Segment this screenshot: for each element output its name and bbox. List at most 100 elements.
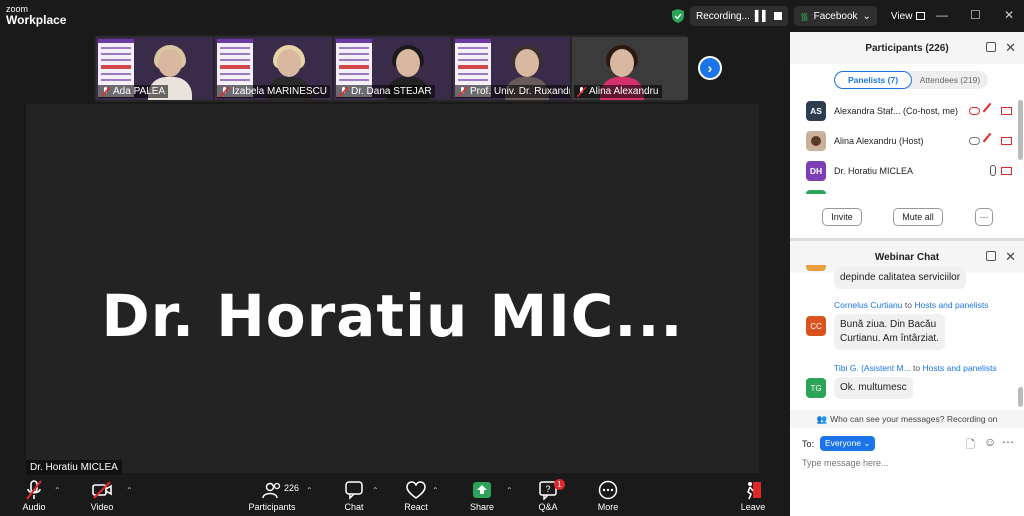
- svg-text:?: ?: [545, 484, 550, 494]
- avatar: DH: [806, 161, 826, 181]
- chat-label: Chat: [344, 502, 364, 512]
- qa-notification-badge: 1: [554, 479, 565, 490]
- participant-name: Alexandra Staf... (Co-host, me): [834, 106, 959, 116]
- recording-indicator[interactable]: Recording... ▌▌: [690, 6, 789, 26]
- more-button[interactable]: More: [580, 480, 636, 512]
- avatar: [806, 131, 826, 151]
- view-button[interactable]: View: [883, 11, 934, 22]
- chat-panel-title: Webinar Chat: [874, 251, 940, 263]
- chat-message-input[interactable]: [802, 458, 1002, 468]
- camera-off-icon[interactable]: [1001, 107, 1012, 115]
- camera-off-icon[interactable]: [1001, 137, 1012, 145]
- camera-off-icon: [92, 481, 112, 499]
- video-button[interactable]: Video: [74, 480, 130, 512]
- react-options-caret[interactable]: ⌃: [432, 486, 439, 495]
- participant-row[interactable]: DH Dr. Horatiu MICLEA: [806, 160, 1016, 182]
- more-icon: [598, 480, 618, 500]
- chevron-right-icon: ›: [707, 60, 713, 76]
- participants-panel-header: Participants (226) ✕: [790, 32, 1024, 64]
- to-word: to: [904, 300, 912, 310]
- more-label: More: [597, 502, 619, 512]
- thumbnail-name: Prof. Univ. Dr. Ruxandr...: [470, 86, 570, 97]
- chat-message-text: Bună ziua. Din Bacău Curtianu. Am întârz…: [834, 314, 945, 350]
- sender-name[interactable]: Cornelus Curtianu: [834, 300, 903, 310]
- participants-scrollbar[interactable]: [1018, 100, 1023, 160]
- notice-text: Who can see your messages? Recording on: [830, 414, 998, 424]
- mic-icon[interactable]: [990, 165, 996, 176]
- leave-label: Leave: [740, 502, 766, 512]
- close-icon[interactable]: ✕: [1005, 40, 1016, 56]
- shield-icon[interactable]: [672, 9, 684, 23]
- file-icon[interactable]: 🗋: [966, 436, 975, 455]
- video-thumbnail[interactable]: Izabela MARINESCU: [215, 37, 332, 100]
- meeting-toolbar: Audio ⌃ Video ⌃ Participants 226 ⌃ Chat …: [0, 476, 790, 516]
- video-thumbnail[interactable]: Prof. Univ. Dr. Ruxandr...: [453, 37, 570, 100]
- qa-button[interactable]: ? Q&A: [520, 480, 576, 512]
- chat-message-meta: Tibi G. (Asistent M... to Hosts and pane…: [834, 363, 997, 373]
- participant-name: Alina Alexandru (Host): [834, 136, 924, 146]
- avatar: [806, 190, 826, 194]
- invite-button[interactable]: Invite: [822, 208, 862, 226]
- react-label: React: [404, 502, 428, 512]
- popout-icon[interactable]: [986, 251, 996, 261]
- mic-off-icon[interactable]: [982, 102, 999, 119]
- recipient-name: Hosts and panelists: [914, 300, 989, 310]
- participant-row[interactable]: Alina Alexandru (Host): [806, 130, 1016, 152]
- zoom-window: zoom Workplace Recording... ▌▌ ᯾ Faceboo…: [0, 0, 1024, 516]
- pause-icon[interactable]: ▌▌: [755, 11, 769, 22]
- participant-row[interactable]: AS Alexandra Staf... (Co-host, me): [806, 100, 1016, 122]
- tab-attendees[interactable]: Attendees (219): [912, 71, 988, 89]
- title-bar: zoom Workplace Recording... ▌▌ ᯾ Faceboo…: [0, 0, 926, 32]
- chevron-down-icon: ⌄: [863, 438, 871, 448]
- react-button[interactable]: React: [388, 480, 444, 512]
- video-options-caret[interactable]: ⌃: [126, 486, 133, 495]
- active-speaker-video[interactable]: Dr. Horatiu MIC...: [26, 104, 759, 473]
- more-options-button[interactable]: ···: [975, 208, 993, 226]
- next-page-button[interactable]: ›: [698, 56, 722, 80]
- chevron-down-icon: ⌄: [862, 10, 871, 22]
- grid-icon: [916, 12, 926, 20]
- qa-label: Q&A: [538, 502, 558, 512]
- mic-off-icon: [458, 86, 467, 97]
- chat-message-text: depinde calitatea serviciilor: [834, 267, 967, 289]
- camera-off-icon[interactable]: [1001, 167, 1012, 175]
- tab-panelists[interactable]: Panelists (7): [834, 71, 912, 89]
- mic-off-icon[interactable]: [982, 132, 999, 149]
- participants-options-caret[interactable]: ⌃: [306, 486, 313, 495]
- avatar: AS: [806, 101, 826, 121]
- leave-button[interactable]: Leave: [725, 480, 781, 512]
- minimize-icon[interactable]: —: [936, 8, 948, 22]
- chat-options-caret[interactable]: ⌃: [372, 486, 379, 495]
- close-icon[interactable]: ✕: [1005, 249, 1016, 265]
- app-logo: zoom Workplace: [6, 4, 66, 26]
- chat-scrollbar[interactable]: [1018, 387, 1023, 407]
- mic-off-icon: [220, 86, 229, 97]
- mic-muted-icon: [26, 480, 42, 500]
- video-thumbnail[interactable]: Ada PALEA: [96, 37, 213, 100]
- video-thumbnail[interactable]: Dr. Dana STEJAR: [334, 37, 451, 100]
- recipient-dropdown[interactable]: Everyone ⌄: [820, 436, 876, 451]
- maximize-icon[interactable]: ☐: [970, 8, 981, 22]
- audio-button[interactable]: Audio: [6, 480, 62, 512]
- chat-button[interactable]: Chat: [326, 480, 382, 512]
- more-options-icon[interactable]: ⋯: [1002, 435, 1014, 449]
- audio-options-caret[interactable]: ⌃: [54, 486, 61, 495]
- brand-line2: Workplace: [6, 13, 67, 27]
- side-panel: Participants (226) ✕ Panelists (7) Atten…: [790, 32, 1024, 516]
- chat-icon: [345, 481, 363, 500]
- recipient-name: Hosts and panelists: [922, 363, 997, 373]
- share-button[interactable]: Share: [454, 480, 510, 512]
- video-thumbnail-strip: Ada PALEA Izabela MARINESCU Dr. Dana STE…: [94, 35, 688, 102]
- livestream-facebook[interactable]: ᯾ Facebook ⌄: [794, 6, 877, 26]
- stop-icon[interactable]: [774, 12, 783, 20]
- close-window-icon[interactable]: ✕: [1004, 8, 1014, 22]
- facebook-label: Facebook: [813, 10, 858, 22]
- chat-visibility-notice[interactable]: 👥 Who can see your messages? Recording o…: [790, 410, 1024, 428]
- popout-icon[interactable]: [986, 42, 996, 52]
- sender-name[interactable]: Tibi G. (Asistent M...: [834, 363, 911, 373]
- video-thumbnail[interactable]: Alina Alexandru: [572, 37, 688, 100]
- mute-all-button[interactable]: Mute all: [893, 208, 943, 226]
- recipient-value: Everyone: [825, 438, 861, 448]
- share-options-caret[interactable]: ⌃: [506, 486, 513, 495]
- emoji-icon[interactable]: ☺: [984, 435, 996, 449]
